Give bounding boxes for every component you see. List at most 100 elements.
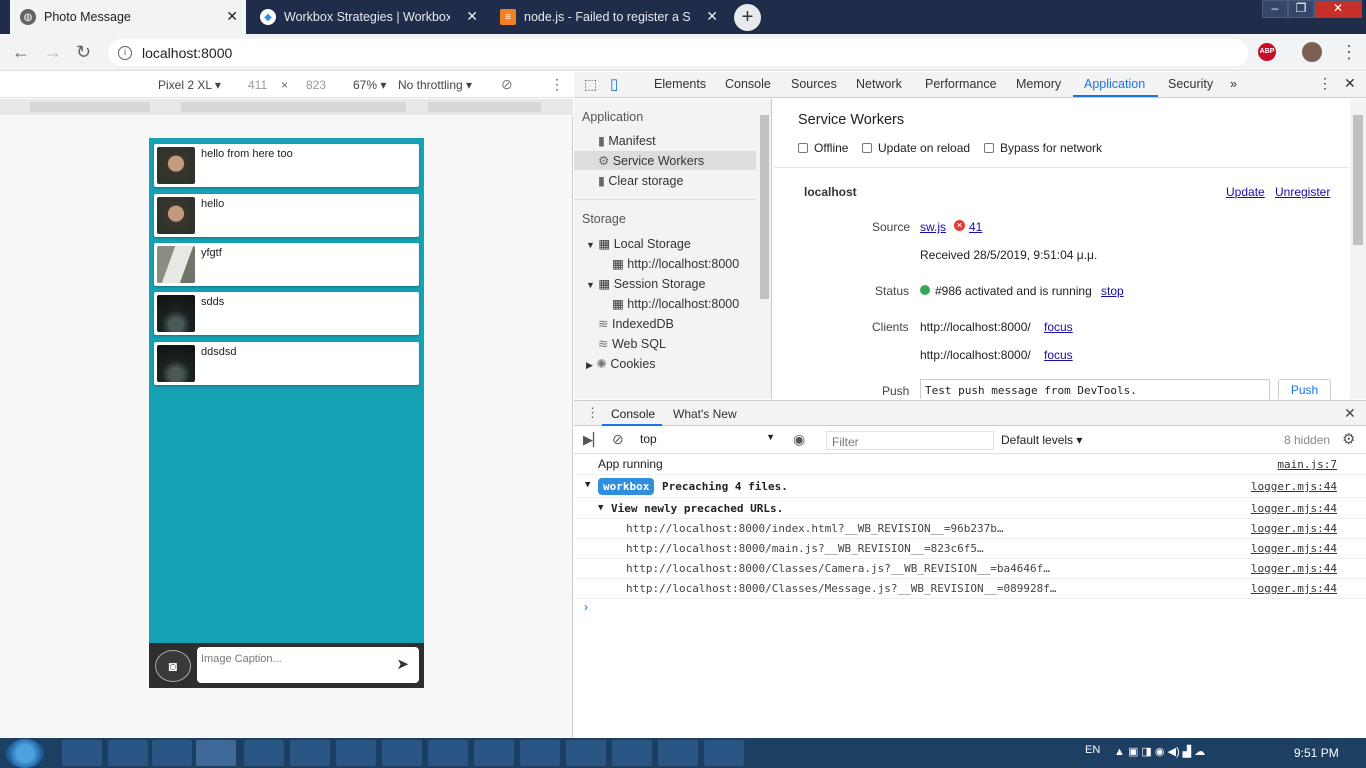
tab-memory[interactable]: Memory — [1016, 77, 1061, 91]
device-height[interactable]: 823 — [306, 78, 326, 92]
sidebar-toggle-icon[interactable]: ▶▏ — [583, 432, 603, 448]
scrollbar-thumb[interactable] — [1353, 115, 1363, 245]
console-line[interactable]: http://localhost:8000/index.html?__WB_RE… — [574, 519, 1366, 539]
taskbar-app-icon[interactable] — [704, 740, 744, 766]
close-tab-icon[interactable]: ✕ — [706, 9, 718, 23]
media-query-ruler[interactable] — [0, 99, 573, 115]
ruler-segment[interactable] — [181, 102, 406, 112]
url-link[interactable]: http://localhost:8000/Classes/Message.js… — [626, 579, 1056, 598]
pane-scrollbar[interactable] — [1350, 99, 1366, 399]
source-link[interactable]: logger.mjs:44 — [1251, 477, 1337, 496]
forward-icon[interactable]: → — [44, 42, 62, 62]
tab-workbox[interactable]: ◆ Workbox Strategies | Workbox ✕ — [250, 0, 486, 34]
sidebar-item-websql[interactable]: ≋ Web SQL — [598, 336, 666, 351]
device-menu-icon[interactable]: ⋮ — [550, 76, 564, 93]
sidebar-item-cookies[interactable]: ▶ ✺ Cookies — [586, 356, 656, 371]
device-select[interactable]: Pixel 2 XL ▾ — [158, 78, 221, 92]
inspect-icon[interactable]: ⬚ — [584, 76, 597, 93]
send-icon[interactable]: ➤ — [396, 655, 409, 673]
url-link[interactable]: http://localhost:8000/index.html?__WB_RE… — [626, 519, 1004, 538]
language-indicator[interactable]: EN — [1085, 744, 1100, 756]
message-card[interactable]: ddsdsd — [154, 342, 419, 385]
info-icon[interactable]: i — [118, 45, 132, 60]
menu-kebab-icon[interactable]: ⋮ — [1340, 42, 1358, 62]
close-tab-icon[interactable]: ✕ — [466, 9, 478, 23]
url-link[interactable]: http://localhost:8000/Classes/Camera.js?… — [626, 559, 1050, 578]
source-link[interactable]: logger.mjs:44 — [1251, 579, 1337, 598]
throttle-select[interactable]: No throttling ▾ — [398, 78, 472, 92]
tab-sources[interactable]: Sources — [791, 77, 837, 91]
push-input[interactable]: Test push message from DevTools. — [920, 379, 1270, 399]
tab-network[interactable]: Network — [856, 77, 902, 91]
sidebar-item-local-storage[interactable]: ▼ ▦ Local Storage — [586, 236, 691, 251]
tab-elements[interactable]: Elements — [654, 77, 706, 91]
stop-link[interactable]: stop — [1101, 284, 1124, 298]
minimize-button[interactable]: – — [1262, 0, 1288, 18]
explorer-icon[interactable] — [108, 740, 148, 766]
start-button[interactable] — [6, 739, 44, 768]
source-link[interactable]: logger.mjs:44 — [1251, 519, 1337, 538]
console-line[interactable]: http://localhost:8000/Classes/Camera.js?… — [574, 559, 1366, 579]
close-tab-icon[interactable]: ✕ — [226, 9, 238, 23]
console-line[interactable]: http://localhost:8000/Classes/Message.js… — [574, 579, 1366, 599]
message-card[interactable]: sdds — [154, 292, 419, 335]
focus-link[interactable]: focus — [1044, 348, 1073, 362]
expand-arrow-icon[interactable]: ▼ — [585, 476, 590, 495]
tab-whats-new[interactable]: What's New — [673, 407, 737, 421]
source-link[interactable]: logger.mjs:44 — [1251, 539, 1337, 558]
drawer-menu-icon[interactable]: ⋮ — [586, 405, 599, 421]
clock[interactable]: 9:51 PM — [1294, 746, 1339, 760]
sidebar-scrollbar[interactable] — [760, 115, 769, 299]
source-link[interactable]: logger.mjs:44 — [1251, 499, 1337, 518]
taskbar-app-icon[interactable] — [658, 740, 698, 766]
taskbar-app-icon[interactable] — [428, 740, 468, 766]
focus-link[interactable]: focus — [1044, 320, 1073, 334]
taskbar-app-icon[interactable] — [520, 740, 560, 766]
console-settings-icon[interactable]: ⚙ — [1342, 430, 1355, 448]
address-bar[interactable]: i localhost:8000 — [108, 39, 1248, 66]
message-card[interactable]: hello — [154, 194, 419, 237]
console-line[interactable]: App running main.js:7 — [574, 455, 1366, 475]
sidebar-item-local-origin[interactable]: ▦ http://localhost:8000 — [612, 256, 739, 271]
sidebar-item-service-workers[interactable]: ⚙ Service Workers — [574, 151, 756, 170]
close-devtools-icon[interactable]: ✕ — [1344, 75, 1356, 92]
message-card[interactable]: yfgtf — [154, 243, 419, 286]
tab-application[interactable]: Application — [1084, 77, 1145, 91]
url-link[interactable]: http://localhost:8000/main.js?__WB_REVIS… — [626, 539, 984, 558]
taskbar-app-icon[interactable] — [612, 740, 652, 766]
update-link[interactable]: Update — [1226, 185, 1265, 199]
close-window-button[interactable]: ✕ — [1314, 0, 1362, 18]
sidebar-item-indexeddb[interactable]: ≋ IndexedDB — [598, 316, 674, 331]
new-tab-button[interactable]: + — [734, 4, 761, 31]
camera-button[interactable]: ◙ — [155, 650, 191, 682]
rotate-icon[interactable]: ⊘ — [501, 76, 513, 93]
sidebar-item-clear-storage[interactable]: ▮ Clear storage — [598, 173, 683, 188]
sidebar-item-session-origin[interactable]: ▦ http://localhost:8000 — [612, 296, 739, 311]
message-card[interactable]: hello from here too — [154, 144, 419, 187]
taskbar-app-icon[interactable] — [474, 740, 514, 766]
more-tabs-icon[interactable]: » — [1230, 77, 1237, 91]
console-line[interactable]: ▼ View newly precached URLs. logger.mjs:… — [574, 499, 1366, 519]
tab-stackoverflow[interactable]: ≡ node.js - Failed to register a Serv ✕ — [490, 0, 726, 34]
tab-photo-message[interactable]: ◍ Photo Message ✕ — [10, 0, 246, 34]
context-select[interactable]: top ▼ — [640, 432, 775, 449]
chrome-icon[interactable] — [196, 740, 236, 766]
tab-performance[interactable]: Performance — [925, 77, 997, 91]
tab-security[interactable]: Security — [1168, 77, 1213, 91]
log-levels-select[interactable]: Default levels ▾ — [1001, 433, 1082, 447]
source-file-link[interactable]: sw.js — [920, 220, 946, 234]
sidebar-item-session-storage[interactable]: ▼ ▦ Session Storage — [586, 276, 705, 291]
unregister-link[interactable]: Unregister — [1275, 185, 1330, 199]
taskbar-app-icon[interactable] — [566, 740, 606, 766]
url-text[interactable]: localhost:8000 — [142, 45, 232, 61]
tab-console-drawer[interactable]: Console — [611, 407, 655, 421]
error-count-link[interactable]: 41 — [969, 220, 982, 234]
back-icon[interactable]: ← — [12, 42, 30, 62]
console-line[interactable]: ▼ workbox Precaching 4 files. logger.mjs… — [574, 476, 1366, 498]
tab-console[interactable]: Console — [725, 77, 771, 91]
tray-icons[interactable]: ▲ ▣ ◨ ◉ ◀) ▟ ☁ — [1114, 745, 1205, 758]
caption-input[interactable]: Image Caption... ➤ — [197, 647, 419, 683]
filter-input[interactable]: Filter — [826, 431, 994, 450]
zoom-select[interactable]: 67% ▾ — [353, 78, 386, 92]
device-toggle-icon[interactable]: ▯ — [610, 75, 618, 93]
